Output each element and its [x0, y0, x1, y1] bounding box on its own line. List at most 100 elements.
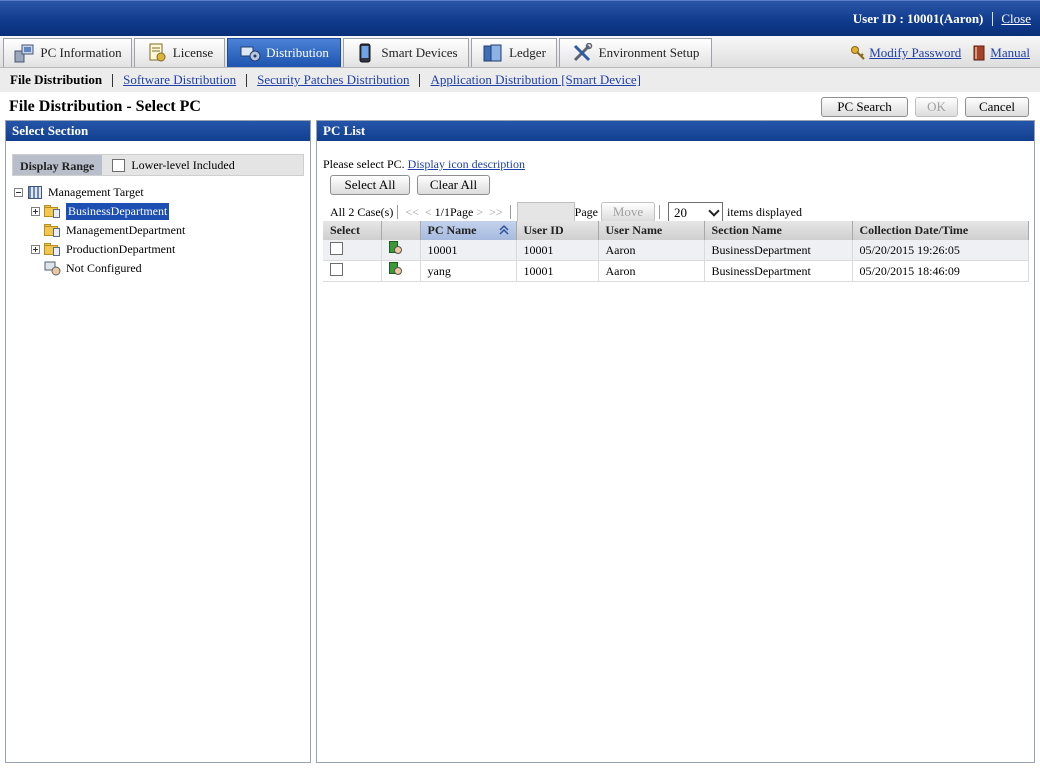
first-page-link[interactable]: <<: [405, 205, 419, 220]
page-title: File Distribution - Select PC: [9, 98, 201, 115]
lower-level-included-label: Lower-level Included: [131, 157, 235, 172]
select-section-panel: Select Section Display Range Lower-level…: [5, 120, 311, 763]
tab-label: PC Information: [40, 45, 122, 60]
pc-list-panel: PC List Please select PC. Display icon d…: [316, 120, 1035, 763]
pager-separator: [658, 205, 660, 219]
prev-page-link[interactable]: <: [425, 205, 432, 220]
tab-distribution[interactable]: Distribution: [227, 38, 341, 67]
page-number-input[interactable]: [516, 202, 575, 222]
select-all-button[interactable]: Select All: [330, 175, 410, 195]
subnav-separator: [419, 73, 421, 87]
tab-environment-setup[interactable]: Environment Setup: [559, 38, 712, 67]
column-header-pc-name[interactable]: PC Name: [420, 221, 517, 240]
column-header-section-name[interactable]: Section Name: [704, 221, 853, 240]
pager-separator: [397, 205, 399, 219]
select-pc-hint: Please select PC.: [323, 157, 405, 171]
collapse-icon[interactable]: [14, 187, 23, 197]
pc-name-cell: yang: [420, 260, 517, 282]
pc-list-header: PC List: [317, 121, 1034, 141]
last-page-link[interactable]: >>: [489, 205, 503, 220]
display-range-label: Display Range: [13, 155, 103, 175]
tab-ledger[interactable]: Ledger: [471, 38, 557, 67]
column-header-collection-date[interactable]: Collection Date/Time: [852, 221, 1029, 240]
tab-label: Environment Setup: [598, 45, 700, 60]
tree-node-management-target[interactable]: Management Target: [14, 183, 144, 201]
tree-node-production-department[interactable]: ProductionDepartment: [31, 240, 175, 258]
cancel-button[interactable]: Cancel: [965, 97, 1029, 117]
pc-search-button[interactable]: PC Search: [821, 97, 908, 117]
page-label: Page: [574, 204, 598, 219]
pc-info-icon: [13, 43, 35, 63]
expand-icon[interactable]: [31, 206, 40, 216]
pager-separator: [509, 205, 511, 219]
tab-label: License: [172, 45, 214, 60]
subnav-application-distribution[interactable]: Application Distribution [Smart Device]: [430, 72, 640, 88]
next-page-link[interactable]: >: [476, 205, 483, 220]
table-row[interactable]: yang 10001 Aaron BusinessDepartment 05/2…: [323, 260, 1029, 282]
tab-license[interactable]: License: [134, 38, 225, 67]
smart-device-icon: [354, 43, 376, 63]
modify-password-link[interactable]: Modify Password: [869, 45, 961, 61]
select-section-header: Select Section: [6, 121, 310, 141]
row-select-checkbox[interactable]: [330, 262, 343, 276]
case-count: All 2 Case(s): [330, 204, 394, 219]
row-select-checkbox[interactable]: [330, 241, 343, 255]
tab-label: Smart Devices: [381, 45, 458, 60]
tree-node-management-department[interactable]: ManagementDepartment: [43, 221, 185, 239]
user-id-cell: 10001: [516, 260, 599, 282]
display-icon-description-link[interactable]: Display icon description: [408, 157, 525, 171]
manual-link[interactable]: Manual: [990, 45, 1030, 61]
clear-all-button[interactable]: Clear All: [417, 175, 490, 195]
subnav-software-distribution[interactable]: Software Distribution: [123, 72, 236, 88]
key-icon: [850, 45, 866, 61]
tools-icon: [572, 42, 594, 63]
move-button[interactable]: Move: [600, 202, 655, 222]
user-id-cell: 10001: [516, 240, 599, 261]
column-header-user-name[interactable]: User Name: [598, 221, 705, 240]
tab-label: Ledger: [509, 45, 546, 60]
user-id-label: User ID : 10001(Aaron): [852, 11, 984, 26]
top-links: Modify Password Manual: [850, 45, 1030, 61]
row-select-cell: [323, 240, 382, 261]
section-folder-icon: [43, 222, 63, 238]
subnav-separator: [246, 73, 248, 87]
pc-list-table: Select PC Name User ID User Name Section…: [323, 221, 1029, 282]
row-select-cell: [323, 260, 382, 282]
tab-label: Distribution: [266, 45, 329, 60]
collection-date-cell: 05/20/2015 19:26:05: [852, 240, 1029, 261]
pc-user-icon: [388, 262, 403, 276]
user-info: User ID : 10001(Aaron) Close: [853, 11, 1031, 27]
top-header-bar: User ID : 10001(Aaron) Close: [0, 0, 1040, 36]
collection-date-cell: 05/20/2015 18:46:09: [852, 260, 1029, 282]
subnav-separator: [112, 73, 114, 87]
tree-node-label: BusinessDepartment: [66, 202, 170, 220]
manual-icon: [971, 45, 987, 61]
row-icon-cell: [381, 260, 421, 282]
column-header-user-id[interactable]: User ID: [516, 221, 599, 240]
display-range-bar: Display Range Lower-level Included: [12, 154, 304, 176]
tab-pc-information[interactable]: PC Information: [3, 38, 132, 67]
tree-node-label: ProductionDepartment: [66, 241, 176, 256]
header-separator: [992, 12, 994, 26]
column-header-label: PC Name: [427, 222, 477, 237]
column-header-icon: [381, 221, 421, 240]
unconfigured-pc-icon: [43, 260, 63, 276]
tree-node-business-department[interactable]: BusinessDepartment: [31, 202, 170, 220]
row-icon-cell: [381, 240, 421, 261]
close-link[interactable]: Close: [1001, 11, 1031, 27]
lower-level-included-checkbox[interactable]: [112, 158, 126, 172]
section-folder-icon: [43, 241, 63, 257]
title-row: File Distribution - Select PC PC Search …: [0, 93, 1040, 119]
distribution-icon: [239, 43, 261, 63]
subnav-security-patches-distribution[interactable]: Security Patches Distribution: [257, 72, 409, 88]
expand-icon[interactable]: [31, 244, 40, 254]
building-icon: [26, 184, 44, 200]
ok-button[interactable]: OK: [915, 97, 958, 117]
table-row[interactable]: 10001 10001 Aaron BusinessDepartment 05/…: [323, 240, 1029, 261]
items-per-page-select[interactable]: 20: [667, 202, 723, 222]
sort-ascending-icon: [498, 224, 509, 239]
column-header-select: Select: [323, 221, 382, 240]
tree-node-not-configured[interactable]: Not Configured: [43, 259, 142, 277]
tab-smart-devices[interactable]: Smart Devices: [343, 38, 469, 67]
pagination-bar: All 2 Case(s) << < 1/1Page > >> Page Mov…: [330, 201, 802, 223]
